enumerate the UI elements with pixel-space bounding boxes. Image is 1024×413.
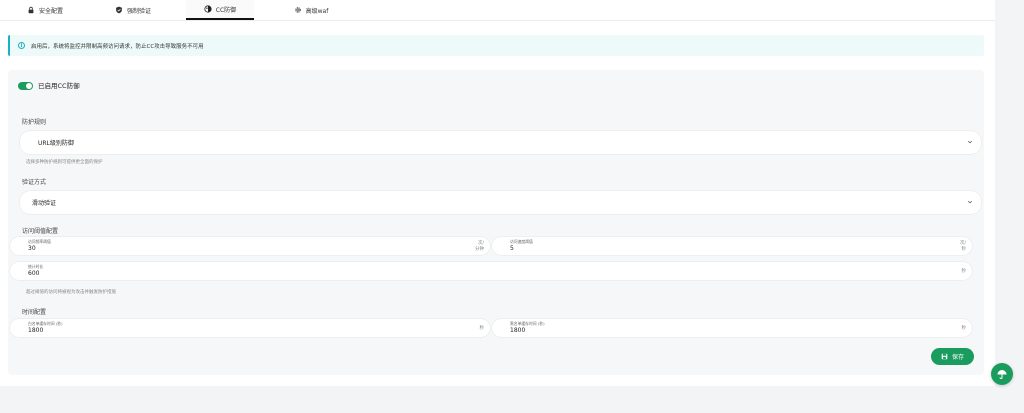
chevron-down-icon xyxy=(967,140,973,144)
tab-label: 安全配置 xyxy=(38,7,63,15)
field-unit: 次/分钟 xyxy=(475,241,484,252)
chevron-down-icon xyxy=(967,200,973,204)
lock-icon xyxy=(28,6,34,14)
tab-label: 高级waf xyxy=(305,7,329,15)
verify-method-label: 验证方式 xyxy=(22,179,47,186)
frequency-threshold-field[interactable]: 访问频率阈值 30 次/分钟 xyxy=(10,237,490,255)
select-value: 滑动验证 xyxy=(32,200,57,207)
field-value: 30 xyxy=(28,245,36,252)
whitelist-cache-field[interactable]: 白名单缓存时间 (秒) 1800 秒 xyxy=(10,319,490,337)
save-label: 保存 xyxy=(951,354,964,361)
field-value: 1800 xyxy=(510,327,526,334)
field-value: 1800 xyxy=(28,327,44,334)
settings-card: 安全配置 强制验证 CC防御 高级waf i 启用后，系统将监控并限制高频访问请… xyxy=(0,0,995,386)
tab-divider xyxy=(0,20,995,21)
tab-label: 强制验证 xyxy=(126,7,151,15)
threshold-hint: 超过阈值的访问将被视为攻击并触发防护措施 xyxy=(26,290,116,295)
tab-force-verify[interactable]: 强制验证 xyxy=(98,0,168,20)
floating-action-button[interactable] xyxy=(991,363,1013,385)
notice-text: 启用后，系统将监控并限制高频访问请求，防止CC攻击导致服务不可用 xyxy=(31,43,204,50)
field-unit: 次/秒 xyxy=(959,241,966,252)
verify-method-select[interactable]: 滑动验证 xyxy=(20,191,981,214)
tab-security-config[interactable]: 安全配置 xyxy=(10,0,80,20)
field-value: 5 xyxy=(510,245,514,252)
blacklist-cache-field[interactable]: 黑名单缓存时间 (秒) 1800 秒 xyxy=(492,319,972,337)
protection-hint: 选择多种防护规则可提供更全面的保护 xyxy=(26,160,103,165)
shield-icon xyxy=(116,6,122,14)
timing-title: 时间配置 xyxy=(22,309,47,316)
gear-icon xyxy=(294,7,301,13)
threshold-title: 访问阈值配置 xyxy=(22,228,59,235)
save-icon xyxy=(941,353,948,360)
statistics-window-field[interactable]: 统计时长 600 秒 xyxy=(10,262,972,280)
save-button[interactable]: 保存 xyxy=(931,348,974,365)
tab-cc-defense[interactable]: CC防御 xyxy=(186,0,254,20)
info-notice: i 启用后，系统将监控并限制高频访问请求，防止CC攻击导致服务不可用 xyxy=(8,35,984,56)
tab-advanced-waf[interactable]: 高级waf xyxy=(276,0,346,20)
shield-half-icon xyxy=(204,5,212,13)
field-value: 600 xyxy=(28,270,40,277)
speed-threshold-field[interactable]: 访问速度阈值 5 次/秒 xyxy=(492,237,972,255)
info-icon: i xyxy=(18,42,25,49)
cc-enable-toggle[interactable] xyxy=(18,82,33,90)
protection-rule-select[interactable]: URL级别防御 xyxy=(20,131,981,154)
tab-label: CC防御 xyxy=(215,6,237,14)
field-unit: 秒 xyxy=(961,326,967,331)
umbrella-icon xyxy=(997,370,1007,379)
field-unit: 秒 xyxy=(479,326,485,331)
select-value: URL级别防御 xyxy=(38,140,74,147)
cc-config-panel: 已启用CC防御 防护规则 URL级别防御 选择多种防护规则可提供更全面的保护 验… xyxy=(8,70,984,375)
field-unit: 秒 xyxy=(961,269,967,274)
toggle-label: 已启用CC防御 xyxy=(38,82,80,90)
tab-bar: 安全配置 强制验证 CC防御 高级waf xyxy=(0,0,995,20)
protection-rule-label: 防护规则 xyxy=(22,119,47,126)
